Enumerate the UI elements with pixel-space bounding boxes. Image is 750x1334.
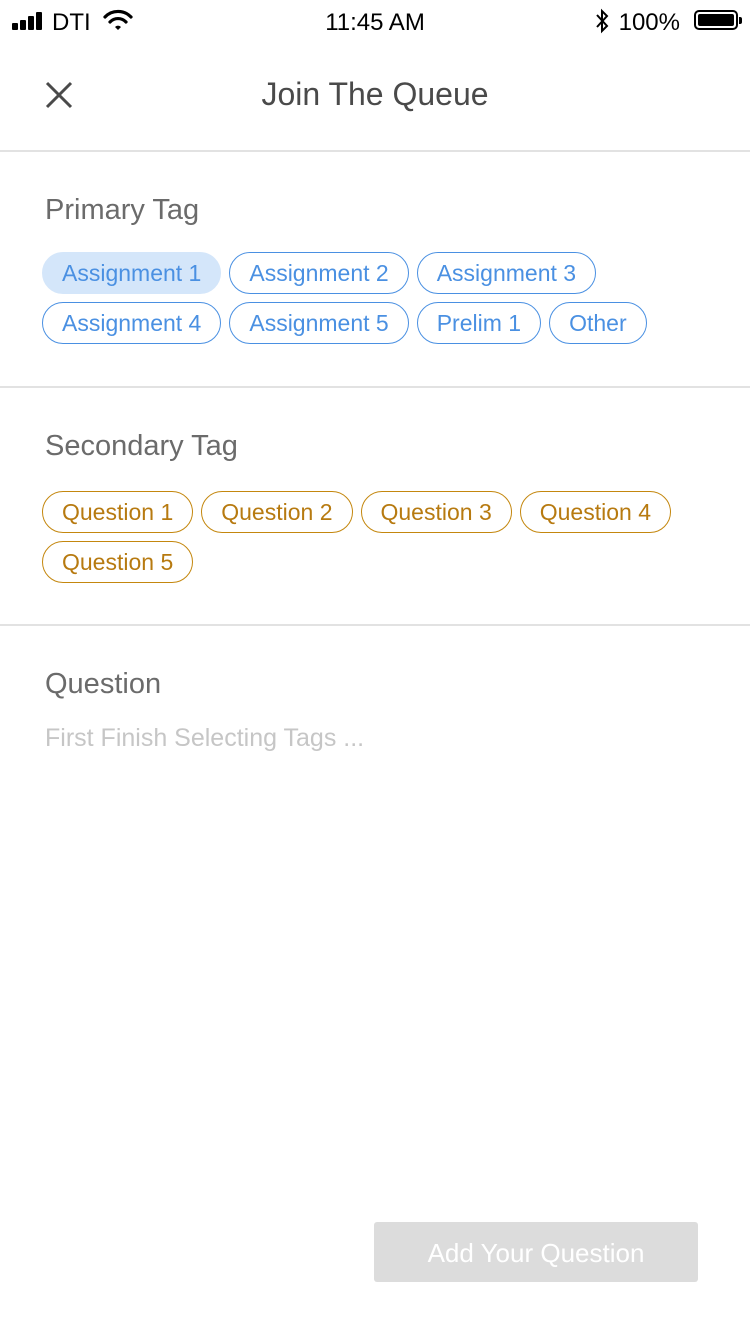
tag-question-2[interactable]: Question 2 (201, 491, 353, 533)
secondary-tag-section: Secondary Tag Question 1 Question 2 Ques… (0, 388, 750, 626)
tag-prelim-1[interactable]: Prelim 1 (416, 302, 542, 344)
question-title: Question (45, 668, 162, 700)
tag-question-5[interactable]: Question 5 (42, 541, 194, 583)
header: Join The Queue (0, 44, 750, 152)
primary-tag-section: Primary Tag Assignment 1 Assignment 2 As… (0, 152, 750, 388)
primary-tag-list: Assignment 1 Assignment 2 Assignment 3 A… (42, 252, 722, 344)
bluetooth-icon (596, 8, 609, 34)
tag-assignment-1[interactable]: Assignment 1 (42, 252, 222, 294)
tag-assignment-5[interactable]: Assignment 5 (229, 302, 409, 344)
tag-question-3[interactable]: Question 3 (360, 491, 512, 533)
question-input[interactable] (45, 718, 705, 758)
tag-assignment-3[interactable]: Assignment 3 (416, 252, 597, 294)
tag-question-4[interactable]: Question 4 (519, 491, 671, 533)
status-bar: DTI 11:45 AM 100% (0, 0, 750, 44)
battery-percentage: 100% (618, 9, 680, 36)
add-question-button[interactable]: Add Your Question (374, 1222, 698, 1282)
battery-icon (694, 10, 742, 30)
secondary-tag-title: Secondary Tag (45, 430, 238, 462)
tag-assignment-4[interactable]: Assignment 4 (42, 302, 222, 344)
page-title: Join The Queue (261, 76, 489, 112)
primary-tag-title: Primary Tag (45, 194, 200, 226)
secondary-tag-list: Question 1 Question 2 Question 3 Questio… (42, 491, 722, 583)
tag-other[interactable]: Other (549, 302, 647, 344)
tag-question-1[interactable]: Question 1 (42, 491, 194, 533)
tag-assignment-2[interactable]: Assignment 2 (229, 252, 409, 294)
